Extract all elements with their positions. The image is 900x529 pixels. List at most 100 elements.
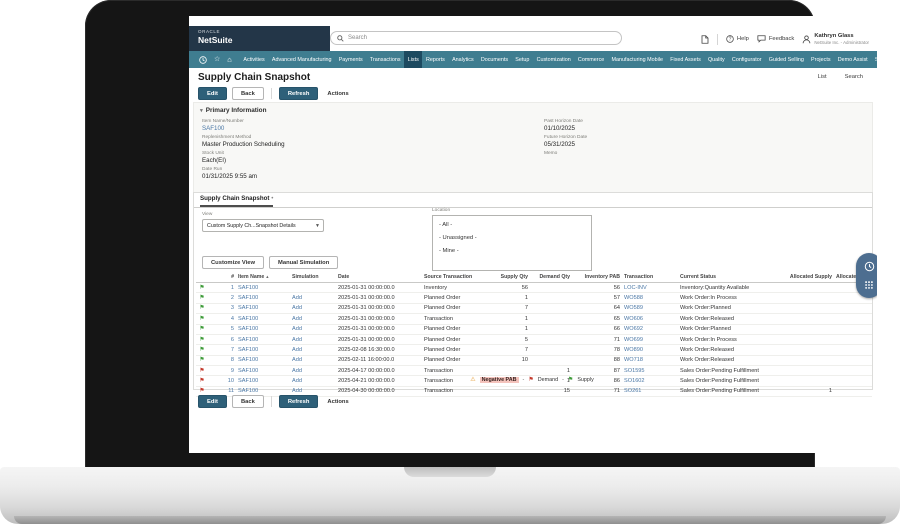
cell-link-trans[interactable]: LOC-INV xyxy=(624,285,647,291)
cell-source: Transaction xyxy=(422,386,492,398)
cell-link-item[interactable]: SAF100 xyxy=(238,295,258,301)
cell-link-sim[interactable]: Add xyxy=(292,305,302,311)
nav-item-setup[interactable]: Setup xyxy=(512,51,533,68)
cell-link-trans[interactable]: WO606 xyxy=(624,316,643,322)
cell-link-sim[interactable]: Add xyxy=(292,295,302,301)
cell-link-trans[interactable]: WO890 xyxy=(624,347,643,353)
nav-item-activities[interactable]: Activities xyxy=(240,51,268,68)
cell-link-trans[interactable]: SO261 xyxy=(624,388,641,394)
cell-link-item[interactable]: SAF100 xyxy=(238,337,258,343)
cell-link-num[interactable]: 4 xyxy=(231,316,234,322)
cell-link-sim[interactable]: Add xyxy=(292,357,302,363)
nav-item-scm-mobile[interactable]: SCM Mobile xyxy=(871,51,877,68)
nav-item-projects[interactable]: Projects xyxy=(807,51,834,68)
nav-item-advanced-manufacturing[interactable]: Advanced Manufacturing xyxy=(268,51,335,68)
nav-item-manufacturing-mobile[interactable]: Manufacturing Mobile xyxy=(608,51,667,68)
cell-link-trans[interactable]: SO1595 xyxy=(624,368,645,374)
cell-link-num[interactable]: 2 xyxy=(231,295,234,301)
column-header-source[interactable]: Source Transaction xyxy=(422,272,492,283)
cell-link-num[interactable]: 5 xyxy=(231,326,234,332)
refresh-button-bottom[interactable]: Refresh xyxy=(278,395,319,408)
nav-item-guided-selling[interactable]: Guided Selling xyxy=(765,51,807,68)
cell-link-item[interactable]: SAF100 xyxy=(238,285,258,291)
feedback-button[interactable]: Feedback xyxy=(757,35,794,43)
cell-link-num[interactable]: 3 xyxy=(231,305,234,311)
edit-button-bottom[interactable]: Edit xyxy=(198,395,227,408)
back-button-bottom[interactable]: Back xyxy=(231,395,264,408)
back-button[interactable]: Back xyxy=(231,87,264,100)
cell-link-item[interactable]: SAF100 xyxy=(238,357,258,363)
nav-item-demo-assist[interactable]: Demo Assist xyxy=(834,51,871,68)
cell-link-item[interactable]: SAF100 xyxy=(238,305,258,311)
help-button[interactable]: ? Help xyxy=(726,35,749,43)
cell-link-trans[interactable]: WO699 xyxy=(624,337,643,343)
column-header-pab[interactable]: Inventory PAB xyxy=(572,272,622,283)
field-value[interactable]: SAF100 xyxy=(202,125,285,132)
nav-item-configurator[interactable]: Configurator xyxy=(728,51,765,68)
nav-item-payments[interactable]: Payments xyxy=(335,51,366,68)
nav-item-fixed-assets[interactable]: Fixed Assets xyxy=(667,51,705,68)
cell-link-sim[interactable]: Add xyxy=(292,368,302,374)
cell-link-item[interactable]: SAF100 xyxy=(238,388,258,394)
recents-clock-icon[interactable] xyxy=(199,55,207,64)
customize-view-button[interactable]: Customize View xyxy=(202,256,265,269)
cell-link-num[interactable]: 7 xyxy=(231,347,234,353)
cell-link-item[interactable]: SAF100 xyxy=(238,326,258,332)
nav-item-transactions[interactable]: Transactions xyxy=(366,51,404,68)
primary-information-header[interactable]: ▾ Primary Information xyxy=(200,107,267,114)
search-link[interactable]: Search xyxy=(845,74,863,80)
tab-supply-chain-snapshot[interactable]: Supply Chain Snapshot • xyxy=(200,195,274,207)
user-menu[interactable]: Kathryn Glass NetSuite Inc. - Administra… xyxy=(802,33,869,45)
manual-simulation-button[interactable]: Manual Simulation xyxy=(269,256,339,269)
nav-item-commerce[interactable]: Commerce xyxy=(574,51,608,68)
location-multiselect[interactable]: - All -- Unassigned -- Mine - xyxy=(432,215,592,271)
location-option[interactable]: - All - xyxy=(433,219,591,232)
cell-link-item[interactable]: SAF100 xyxy=(238,347,258,353)
edit-button[interactable]: Edit xyxy=(198,87,227,100)
cell-link-item[interactable]: SAF100 xyxy=(238,316,258,322)
cell-link-item[interactable]: SAF100 xyxy=(238,368,258,374)
location-option[interactable]: - Mine - xyxy=(433,245,591,258)
nav-item-quality[interactable]: Quality xyxy=(704,51,728,68)
cell-link-num[interactable]: 1 xyxy=(231,285,234,291)
nav-item-reports[interactable]: Reports xyxy=(422,51,448,68)
list-link[interactable]: List xyxy=(818,74,827,80)
home-icon[interactable]: ⌂ xyxy=(227,56,232,64)
create-new-button[interactable] xyxy=(701,34,709,44)
global-search-input[interactable]: Search xyxy=(330,31,622,45)
column-header-alloc_supply[interactable]: Allocated Supply xyxy=(782,272,834,283)
column-header-supply[interactable]: Supply Qty xyxy=(492,272,530,283)
nav-item-customization[interactable]: Customization xyxy=(533,51,574,68)
location-option[interactable]: - Unassigned - xyxy=(433,232,591,245)
cell-link-trans[interactable]: WO692 xyxy=(624,326,643,332)
cell-link-num[interactable]: 8 xyxy=(231,357,234,363)
cell-link-trans[interactable]: WO589 xyxy=(624,305,643,311)
column-header-trans[interactable]: Transaction xyxy=(622,272,678,283)
floating-assist-widget[interactable] xyxy=(856,253,877,298)
column-header-date[interactable]: Date xyxy=(336,272,422,283)
column-header-status[interactable]: Current Status xyxy=(678,272,782,283)
cell-link-trans[interactable]: WO588 xyxy=(624,295,643,301)
cell-link-sim[interactable]: Add xyxy=(292,347,302,353)
shortcuts-star-icon[interactable]: ☆ xyxy=(214,56,220,63)
cell-link-trans[interactable]: WO718 xyxy=(624,357,643,363)
column-header-sim[interactable]: Simulation xyxy=(290,272,336,283)
view-select[interactable]: Custom Supply Ch...Snapshot Details ▼ xyxy=(202,219,324,232)
nav-item-documents[interactable]: Documents xyxy=(477,51,511,68)
column-header-item[interactable]: Item Name ▲ xyxy=(236,272,290,283)
column-header-num[interactable]: # xyxy=(208,272,236,283)
actions-menu-button[interactable]: Actions xyxy=(323,88,352,99)
cell-link-sim[interactable]: Add xyxy=(292,337,302,343)
cell-link-sim[interactable]: Add xyxy=(292,316,302,322)
refresh-button[interactable]: Refresh xyxy=(278,87,319,100)
nav-item-analytics[interactable]: Analytics xyxy=(448,51,477,68)
column-header-flag[interactable] xyxy=(196,272,208,283)
cell-link-num[interactable]: 6 xyxy=(231,337,234,343)
cell-link-sim[interactable]: Add xyxy=(292,326,302,332)
nav-item-lists[interactable]: Lists xyxy=(404,51,423,68)
cell-link-num[interactable]: 11 xyxy=(228,388,234,394)
cell-link-num[interactable]: 9 xyxy=(231,368,234,374)
actions-menu-button-bottom[interactable]: Actions xyxy=(323,396,352,407)
column-header-demand[interactable]: Demand Qty xyxy=(530,272,572,283)
cell-link-sim[interactable]: Add xyxy=(292,388,302,394)
